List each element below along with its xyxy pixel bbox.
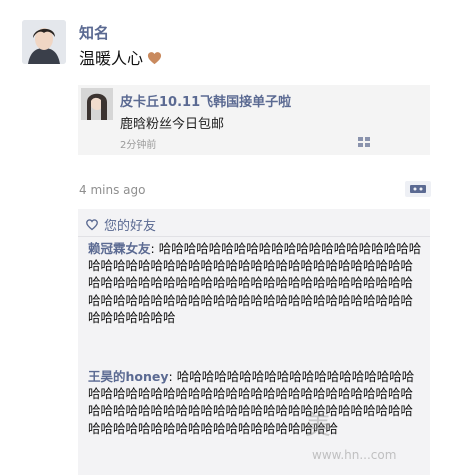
comments-panel: 您的好友 赖冠霖女友: 哈哈哈哈哈哈哈哈哈哈哈哈哈哈哈哈哈哈哈哈哈哈哈哈哈哈哈哈… [78, 209, 430, 475]
shared-link-title: 皮卡丘10.11飞韩国接单子啦 [120, 95, 292, 110]
post-timestamp: 4 mins ago [79, 183, 146, 197]
comment-colon: : [168, 369, 177, 384]
heart-brown-icon [147, 52, 162, 65]
shared-link-time: 2分钟前 [120, 140, 157, 151]
comment-item[interactable]: 赖冠霖女友: 哈哈哈哈哈哈哈哈哈哈哈哈哈哈哈哈哈哈哈哈哈哈哈哈哈哈哈哈哈哈哈哈哈… [88, 240, 422, 326]
watermark-logo: 美 [305, 411, 332, 441]
comment-button[interactable] [405, 181, 431, 197]
avatar-portrait-icon [22, 20, 66, 64]
shared-thumbnail-image [81, 88, 113, 120]
shared-link-subtitle: 鹿晗粉丝今日包邮 [120, 117, 225, 132]
comment-author[interactable]: 王昊的honey [88, 369, 169, 384]
author-name[interactable]: 知名 [79, 22, 109, 43]
likes-divider [78, 236, 430, 237]
watermark-url: www.hn...com [312, 448, 397, 462]
post-text-content: 温暖人心 [79, 49, 144, 68]
like-heart-outline-icon [86, 219, 98, 231]
likes-row[interactable]: 您的好友 [86, 215, 156, 235]
likes-label: 您的好友 [104, 219, 157, 234]
comment-item[interactable]: 王昊的honey: 哈哈哈哈哈哈哈哈哈哈哈哈哈哈哈哈哈哈哈哈哈哈哈哈哈哈哈哈哈哈… [88, 368, 422, 437]
more-dots-icon [410, 185, 426, 193]
post-text: 温暖人心 [79, 45, 162, 69]
author-avatar[interactable] [22, 20, 66, 64]
share-options-icon[interactable] [358, 137, 370, 147]
comment-colon: : [150, 241, 159, 256]
shared-link-card[interactable]: 皮卡丘10.11飞韩国接单子啦 鹿晗粉丝今日包邮 2分钟前 [78, 85, 430, 155]
comment-author[interactable]: 赖冠霖女友 [88, 241, 151, 256]
shared-link-thumbnail [81, 88, 113, 120]
